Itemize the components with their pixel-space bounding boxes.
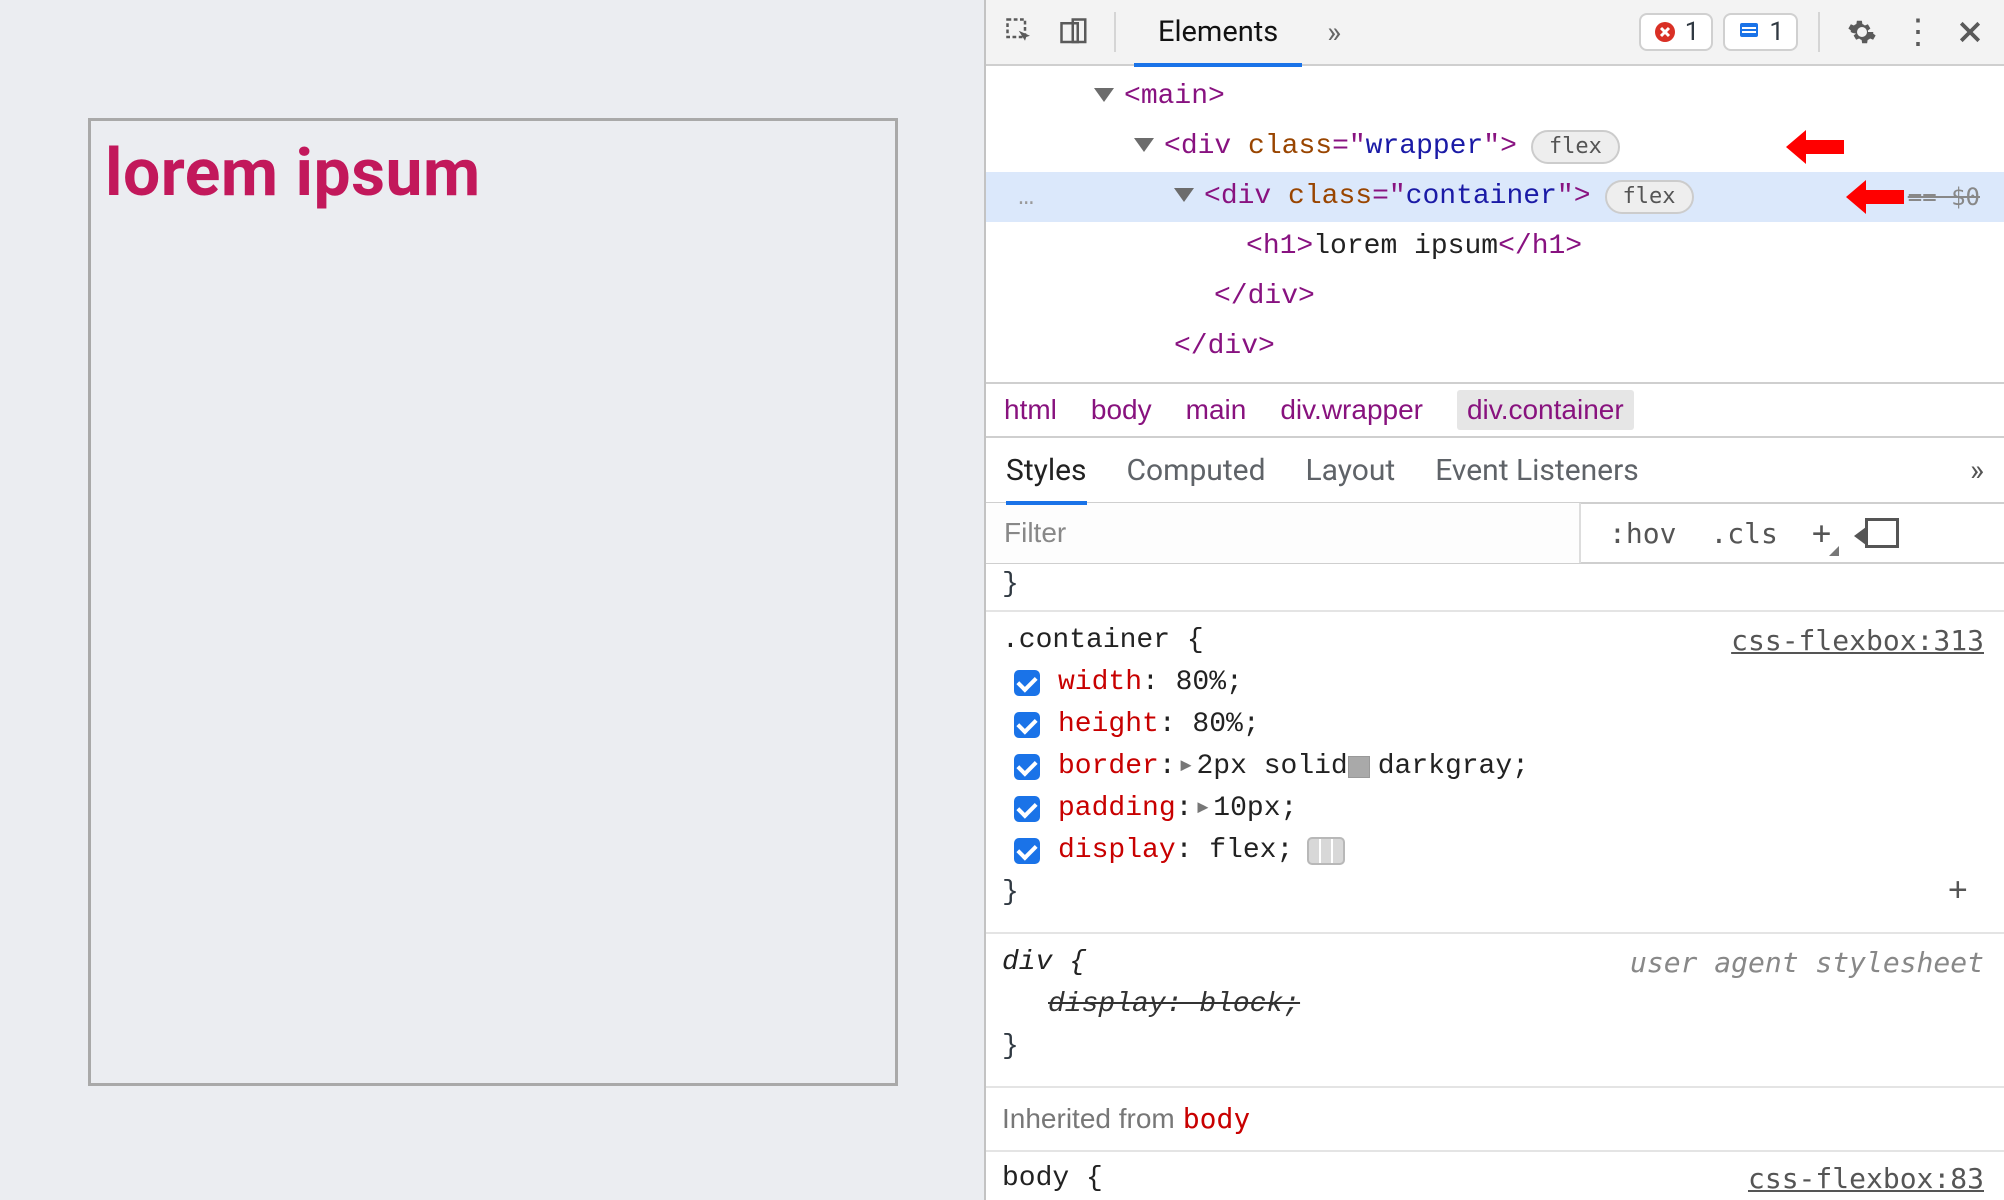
- dom-node-container[interactable]: …<div class="container">flex == $0: [986, 172, 2004, 222]
- dom-node-h1[interactable]: <h1>lorem ipsum</h1>: [986, 222, 2004, 272]
- rule-source-link[interactable]: css-flexbox:83: [1748, 1158, 1984, 1200]
- computed-sidebar-toggle-icon[interactable]: [1865, 518, 1899, 548]
- settings-gear-icon[interactable]: [1840, 10, 1884, 54]
- color-swatch-icon[interactable]: [1348, 756, 1370, 778]
- declaration-checkbox[interactable]: [1014, 838, 1040, 864]
- new-style-rule-icon[interactable]: +: [1812, 514, 1831, 552]
- breadcrumb-item[interactable]: body: [1091, 394, 1152, 426]
- hov-toggle[interactable]: :hov: [1609, 517, 1676, 550]
- error-count: 1: [1685, 17, 1700, 47]
- breadcrumb-item[interactable]: div.wrapper: [1280, 394, 1423, 426]
- devtools-toolbar: Elements » 1 1 ⋮: [986, 0, 2004, 66]
- rule-close-brace: }+: [1002, 872, 1988, 914]
- dom-node-div-close[interactable]: </div>: [986, 272, 2004, 322]
- tab-computed[interactable]: Computed: [1127, 437, 1266, 503]
- dom-node-wrapper[interactable]: <div class="wrapper">flex: [986, 122, 2004, 172]
- breadcrumb-item[interactable]: html: [1004, 394, 1057, 426]
- devtools-panel: Elements » 1 1 ⋮ <main> <div class="wrap…: [984, 0, 2004, 1200]
- more-tabs-chevrons-icon[interactable]: »: [1970, 453, 1984, 488]
- breadcrumb-item-selected[interactable]: div.container: [1457, 390, 1634, 430]
- expand-triangle-icon[interactable]: [1134, 138, 1154, 152]
- inspect-element-icon[interactable]: [998, 10, 1042, 54]
- kebab-menu-icon[interactable]: ⋮: [1894, 10, 1938, 54]
- add-declaration-icon[interactable]: +: [1948, 872, 1968, 914]
- declaration-checkbox[interactable]: [1014, 754, 1040, 780]
- dom-tree[interactable]: <main> <div class="wrapper">flex …<div c…: [986, 66, 2004, 382]
- rendered-page-pane: lorem ipsum: [0, 0, 984, 1200]
- declaration-checkbox[interactable]: [1014, 712, 1040, 738]
- close-devtools-icon[interactable]: [1948, 10, 1992, 54]
- shorthand-expander-icon[interactable]: ▸: [1194, 788, 1211, 830]
- tab-elements[interactable]: Elements: [1134, 0, 1302, 65]
- rule-source-link[interactable]: css-flexbox:313: [1731, 620, 1984, 662]
- rule-selector[interactable]: body {: [1002, 1163, 1103, 1194]
- flex-badge[interactable]: flex: [1605, 180, 1694, 214]
- css-declaration[interactable]: padding: ▸ 10px;: [1002, 788, 1988, 830]
- more-tabs-chevrons-icon[interactable]: »: [1312, 10, 1356, 54]
- css-rule-container[interactable]: css-flexbox:313 .container { width: 80%;…: [986, 612, 2004, 934]
- breadcrumb-item[interactable]: main: [1186, 394, 1247, 426]
- selected-node-marker: == $0: [1908, 172, 1980, 222]
- styles-filter-input[interactable]: [986, 503, 1581, 563]
- css-declaration[interactable]: display: flex;: [1002, 830, 1988, 872]
- declaration-checkbox[interactable]: [1014, 670, 1040, 696]
- dom-breadcrumb[interactable]: html body main div.wrapper div.container: [986, 382, 2004, 438]
- error-count-pill[interactable]: 1: [1639, 13, 1714, 51]
- flex-editor-icon[interactable]: [1307, 837, 1345, 865]
- line-actions-ellipsis-icon[interactable]: …: [986, 172, 1046, 222]
- css-rule-div-ua[interactable]: user agent stylesheet div { display: blo…: [986, 934, 2004, 1088]
- tab-layout[interactable]: Layout: [1306, 437, 1396, 503]
- css-rule-body-partial[interactable]: css-flexbox:83 body {: [986, 1152, 2004, 1200]
- rule-fragment-close: }: [986, 564, 2004, 612]
- css-declaration[interactable]: width: 80%;: [1002, 662, 1988, 704]
- css-declaration[interactable]: border: ▸ 2px solid darkgray;: [1002, 746, 1988, 788]
- shorthand-expander-icon[interactable]: ▸: [1178, 746, 1195, 788]
- styles-subtabs: Styles Computed Layout Event Listeners »: [986, 438, 2004, 504]
- tab-styles[interactable]: Styles: [1006, 437, 1087, 503]
- inherited-from-row: Inherited frombody: [986, 1088, 2004, 1152]
- tab-event-listeners[interactable]: Event Listeners: [1435, 437, 1639, 503]
- rule-source-ua: user agent stylesheet: [1630, 942, 1984, 984]
- toolbar-divider: [1818, 12, 1820, 52]
- flex-badge[interactable]: flex: [1531, 130, 1620, 164]
- cls-toggle[interactable]: .cls: [1710, 517, 1777, 550]
- preview-container: lorem ipsum: [88, 118, 898, 1086]
- declaration-checkbox[interactable]: [1014, 796, 1040, 822]
- overridden-declaration: display: block;: [1002, 984, 1988, 1026]
- dom-node-main[interactable]: <main>: [986, 72, 2004, 122]
- expand-triangle-icon[interactable]: [1174, 188, 1194, 202]
- css-declaration[interactable]: height: 80%;: [1002, 704, 1988, 746]
- styles-panel[interactable]: } css-flexbox:313 .container { width: 80…: [986, 564, 2004, 1200]
- device-toggle-icon[interactable]: [1052, 10, 1096, 54]
- issues-count: 1: [1769, 17, 1784, 47]
- expand-triangle-icon[interactable]: [1094, 88, 1114, 102]
- rule-close-brace: }: [1002, 1026, 1988, 1068]
- dom-node-div-close[interactable]: </div>: [986, 322, 2004, 372]
- annotation-arrow-icon: [1846, 180, 1904, 214]
- issues-count-pill[interactable]: 1: [1723, 13, 1798, 51]
- toolbar-divider: [1114, 12, 1116, 52]
- styles-filter-row: :hov .cls +: [986, 504, 2004, 564]
- annotation-arrow-icon: [1786, 130, 1844, 164]
- preview-heading: lorem ipsum: [105, 135, 481, 1069]
